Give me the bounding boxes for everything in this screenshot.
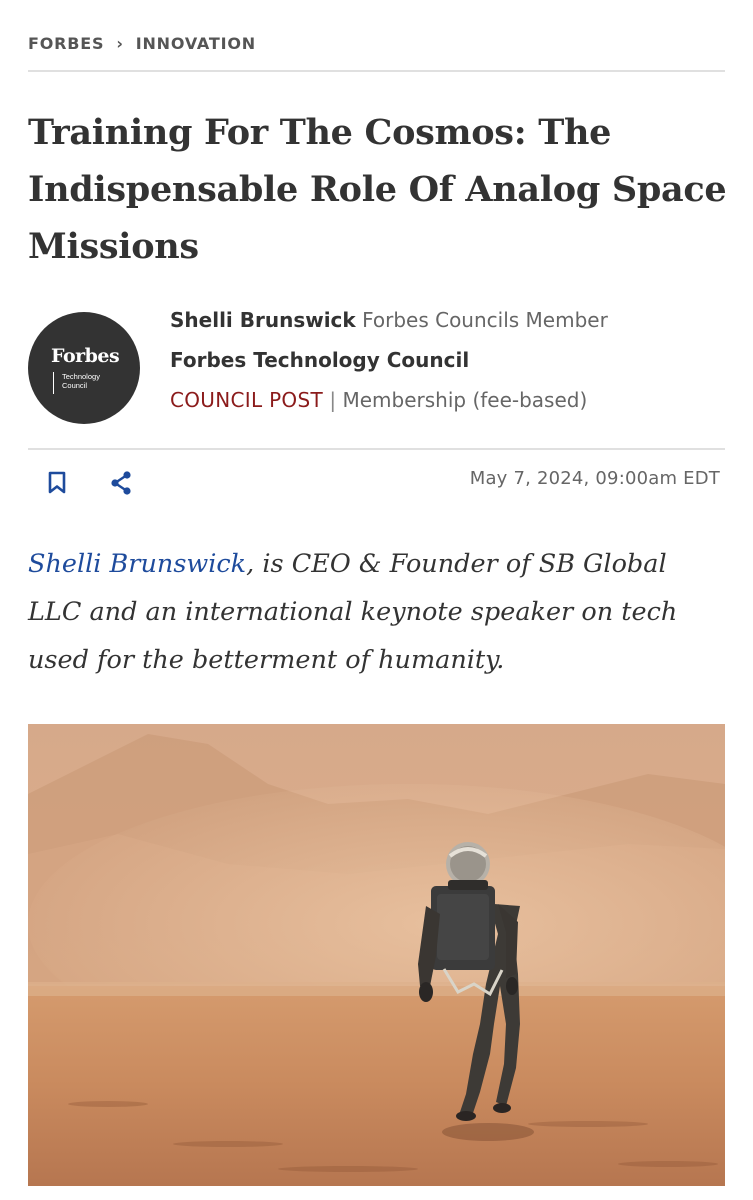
bookmark-button[interactable]	[44, 470, 70, 496]
council-link[interactable]: Forbes Technology Council	[170, 348, 469, 372]
article-actions	[44, 470, 134, 496]
hero-image	[28, 724, 725, 1186]
breadcrumb-forbes[interactable]: FORBES	[28, 34, 104, 53]
byline: Shelli Brunswick Forbes Councils Member …	[170, 306, 608, 426]
breadcrumb-separator: ›	[116, 34, 124, 53]
logo-divider	[53, 372, 54, 394]
article-title: Training For The Cosmos: The Indispensab…	[28, 112, 727, 267]
byline-divider	[28, 448, 725, 450]
council-post-label: COUNCIL POST	[170, 388, 323, 412]
forbes-technology-council-logo[interactable]: Forbes Technology Council	[28, 312, 140, 424]
logo-line-1: Technology	[62, 372, 100, 381]
author-link[interactable]: Shelli Brunswick	[170, 308, 356, 332]
breadcrumb-innovation[interactable]: INNOVATION	[136, 34, 256, 53]
intro-author-link[interactable]: Shelli Brunswick	[28, 549, 246, 579]
publish-date: May 7, 2024, 09:00am EDT	[469, 468, 720, 489]
share-icon	[111, 471, 131, 495]
logo-wordmark: Forbes	[51, 345, 120, 367]
logo-line-2: Council	[62, 381, 88, 390]
membership-label: Membership (fee-based)	[342, 388, 588, 412]
member-label: Forbes Councils Member	[362, 308, 608, 332]
byline-pipe: |	[329, 388, 337, 412]
astronaut-desert-illustration	[28, 724, 725, 1186]
bookmark-icon	[48, 471, 66, 494]
breadcrumb: FORBES › INNOVATION	[28, 34, 725, 72]
logo-subtitle: Technology Council	[62, 372, 100, 390]
share-button[interactable]	[108, 470, 134, 496]
author-intro: Shelli Brunswick, is CEO & Founder of SB…	[28, 540, 728, 684]
